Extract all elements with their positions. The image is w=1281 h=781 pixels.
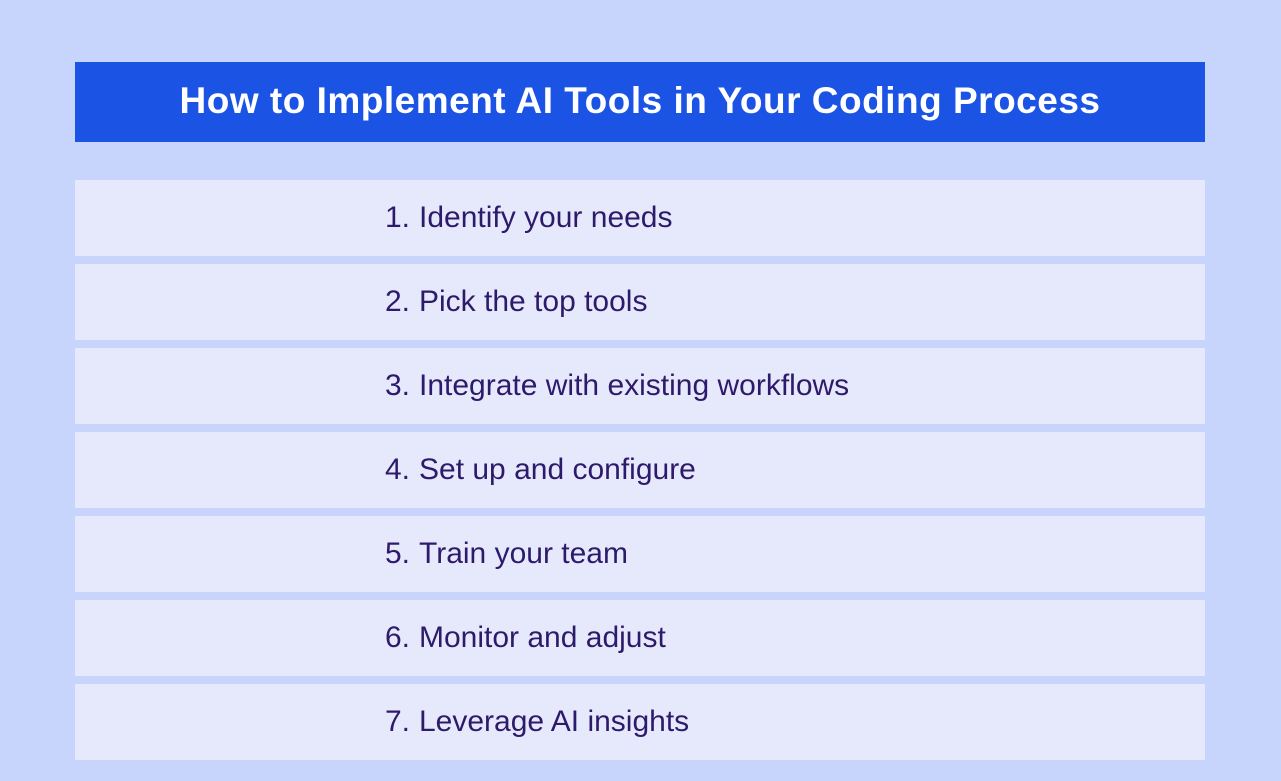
step-number: 2. [385,285,419,319]
card-title: How to Implement AI Tools in Your Coding… [75,62,1205,142]
step-text: Train your team [419,537,628,571]
step-number: 3. [385,369,419,403]
list-item: 1. Identify your needs [75,180,1205,256]
step-text: Integrate with existing workflows [419,369,849,403]
step-text: Leverage AI insights [419,705,689,739]
step-number: 6. [385,621,419,655]
list-item: 2. Pick the top tools [75,264,1205,340]
list-item: 4. Set up and configure [75,432,1205,508]
step-text: Pick the top tools [419,285,647,319]
info-card: How to Implement AI Tools in Your Coding… [75,62,1205,768]
steps-list: 1. Identify your needs 2. Pick the top t… [75,180,1205,760]
list-item: 6. Monitor and adjust [75,600,1205,676]
step-number: 1. [385,201,419,235]
step-text: Monitor and adjust [419,621,666,655]
step-number: 5. [385,537,419,571]
list-item: 3. Integrate with existing workflows [75,348,1205,424]
step-number: 7. [385,705,419,739]
step-text: Identify your needs [419,201,673,235]
step-number: 4. [385,453,419,487]
step-text: Set up and configure [419,453,696,487]
list-item: 7. Leverage AI insights [75,684,1205,760]
list-item: 5. Train your team [75,516,1205,592]
